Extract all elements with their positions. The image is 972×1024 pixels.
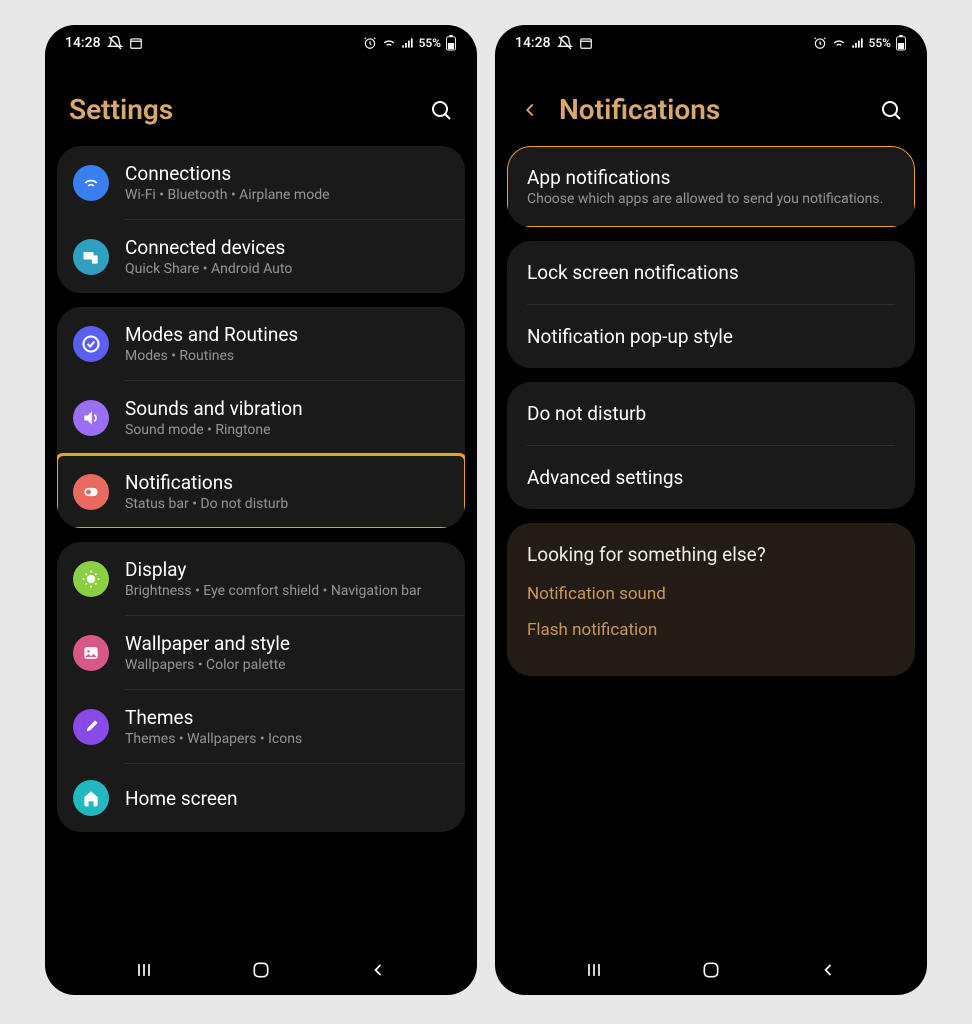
setting-title: Do not disturb: [527, 402, 895, 425]
dnd-off-icon: [557, 35, 573, 51]
setting-do-not-disturb[interactable]: Do not disturb: [507, 382, 915, 445]
signal-icon: [851, 36, 865, 50]
back-button[interactable]: [519, 99, 541, 121]
battery-icon: [895, 35, 907, 51]
setting-notifications[interactable]: Notifications Status bar • Do not distur…: [57, 455, 465, 528]
setting-connections[interactable]: Connections Wi-Fi • Bluetooth • Airplane…: [57, 146, 465, 219]
sound-icon: [73, 400, 109, 436]
setting-lock-screen-notifications[interactable]: Lock screen notifications: [507, 241, 915, 304]
home-icon: [73, 780, 109, 816]
setting-sub: Brightness • Eye comfort shield • Naviga…: [125, 583, 449, 599]
image-icon: [73, 635, 109, 671]
suggest-link-sound[interactable]: Notification sound: [527, 584, 895, 604]
battery-text: 55%: [869, 36, 891, 50]
page-title: Settings: [69, 93, 429, 126]
setting-title: Home screen: [125, 787, 449, 810]
notifications-group: Do not disturb Advanced settings: [507, 382, 915, 509]
settings-list[interactable]: Connections Wi-Fi • Bluetooth • Airplane…: [45, 146, 477, 945]
setting-sub: Sound mode • Ringtone: [125, 422, 449, 438]
setting-sub: Wi-Fi • Bluetooth • Airplane mode: [125, 187, 449, 203]
wifi-icon: [381, 35, 397, 51]
setting-sub: Themes • Wallpapers • Icons: [125, 731, 449, 747]
setting-sounds-vibration[interactable]: Sounds and vibration Sound mode • Ringto…: [57, 381, 465, 454]
setting-popup-style[interactable]: Notification pop-up style: [507, 305, 915, 368]
dnd-off-icon: [107, 35, 123, 51]
status-bar: 14:28 55%: [45, 25, 477, 55]
setting-sub: Status bar • Do not disturb: [125, 496, 449, 512]
suggest-title: Looking for something else?: [527, 543, 895, 566]
setting-title: Lock screen notifications: [527, 261, 895, 284]
nav-bar: [495, 945, 927, 995]
nav-back[interactable]: [367, 959, 389, 981]
header: Settings: [45, 55, 477, 146]
devices-icon: [73, 239, 109, 275]
setting-sub: Wallpapers • Color palette: [125, 657, 449, 673]
page-title: Notifications: [559, 93, 861, 126]
setting-title: Sounds and vibration: [125, 397, 449, 420]
settings-group: Connections Wi-Fi • Bluetooth • Airplane…: [57, 146, 465, 293]
setting-wallpaper-style[interactable]: Wallpaper and style Wallpapers • Color p…: [57, 616, 465, 689]
notifications-group: Lock screen notifications Notification p…: [507, 241, 915, 368]
nav-recent[interactable]: [583, 959, 605, 981]
brush-icon: [73, 709, 109, 745]
bell-icon: [73, 474, 109, 510]
suggest-link-flash[interactable]: Flash notification: [527, 620, 895, 640]
signal-icon: [401, 36, 415, 50]
alarm-icon: [363, 36, 377, 50]
search-button[interactable]: [879, 98, 903, 122]
nav-home[interactable]: [700, 959, 722, 981]
check-icon: [73, 326, 109, 362]
setting-title: Advanced settings: [527, 466, 895, 489]
setting-display[interactable]: Display Brightness • Eye comfort shield …: [57, 542, 465, 615]
nav-recent[interactable]: [133, 959, 155, 981]
search-button[interactable]: [429, 98, 453, 122]
setting-home-screen[interactable]: Home screen: [57, 764, 465, 832]
suggest-card: Looking for something else? Notification…: [507, 523, 915, 676]
setting-title: Modes and Routines: [125, 323, 449, 346]
setting-sub: Quick Share • Android Auto: [125, 261, 449, 277]
setting-modes-routines[interactable]: Modes and Routines Modes • Routines: [57, 307, 465, 380]
setting-title: Display: [125, 558, 449, 581]
calendar-icon: [579, 36, 593, 50]
nav-bar: [45, 945, 477, 995]
sun-icon: [73, 561, 109, 597]
setting-title: Notification pop-up style: [527, 325, 895, 348]
wifi-icon: [831, 35, 847, 51]
notifications-list[interactable]: App notifications Choose which apps are …: [495, 146, 927, 945]
nav-home[interactable]: [250, 959, 272, 981]
battery-text: 55%: [419, 36, 441, 50]
nav-back[interactable]: [817, 959, 839, 981]
status-bar: 14:28 55%: [495, 25, 927, 55]
setting-themes[interactable]: Themes Themes • Wallpapers • Icons: [57, 690, 465, 763]
setting-advanced-settings[interactable]: Advanced settings: [507, 446, 915, 509]
battery-icon: [445, 35, 457, 51]
setting-connected-devices[interactable]: Connected devices Quick Share • Android …: [57, 220, 465, 293]
setting-title: App notifications: [527, 166, 895, 189]
setting-sub: Modes • Routines: [125, 348, 449, 364]
setting-sub: Choose which apps are allowed to send yo…: [527, 191, 895, 207]
notifications-group: App notifications Choose which apps are …: [507, 146, 915, 227]
status-time: 14:28: [65, 35, 101, 51]
calendar-icon: [129, 36, 143, 50]
status-time: 14:28: [515, 35, 551, 51]
setting-title: Wallpaper and style: [125, 632, 449, 655]
phone-left-settings: 14:28 55% Settings: [45, 25, 477, 995]
setting-title: Connections: [125, 162, 449, 185]
setting-title: Connected devices: [125, 236, 449, 259]
settings-group: Display Brightness • Eye comfort shield …: [57, 542, 465, 832]
setting-title: Notifications: [125, 471, 449, 494]
header: Notifications: [495, 55, 927, 146]
setting-app-notifications[interactable]: App notifications Choose which apps are …: [507, 146, 915, 227]
setting-title: Themes: [125, 706, 449, 729]
alarm-icon: [813, 36, 827, 50]
phone-right-notifications: 14:28 55% Not: [495, 25, 927, 995]
wifi-icon: [73, 165, 109, 201]
settings-group: Modes and Routines Modes • Routines Soun…: [57, 307, 465, 528]
